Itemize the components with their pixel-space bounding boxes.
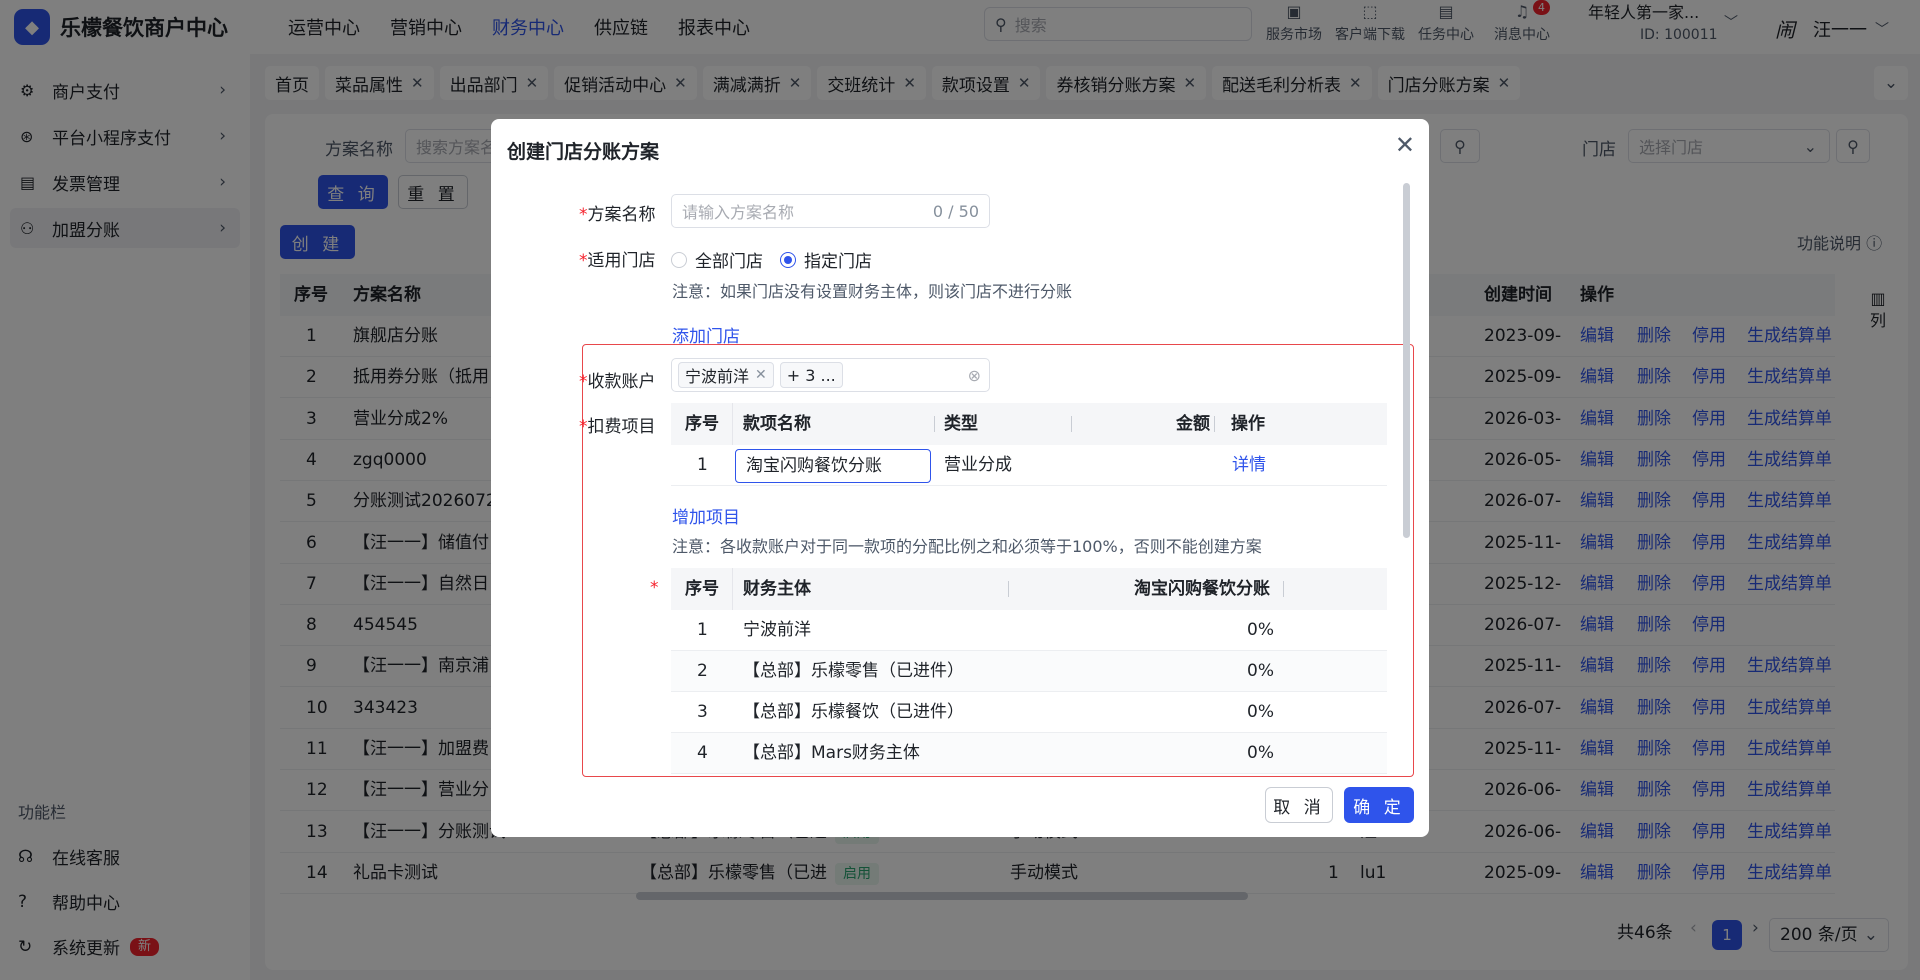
account-select[interactable]: 宁波前洋 ✕ + 3 ... ⊗ (671, 358, 990, 392)
label-text: 适用门店 (587, 251, 656, 271)
app-root: ◆ 乐檬餐饮商户中心 运营中心 营销中心 财务中心 供应链 报表中心 ⚲ 搜索 … (0, 0, 1920, 980)
fee-col-type: 类型 (944, 414, 978, 434)
required-mark: * (650, 578, 659, 598)
store-scope-label: *适用门店 (579, 246, 656, 271)
add-item-link[interactable]: 增加项目 (672, 503, 740, 528)
divider (934, 416, 935, 432)
account-label: *收款账户 (579, 367, 656, 392)
divider (732, 403, 733, 445)
fee-row-index: 1 (697, 455, 708, 475)
tag-label: 宁波前洋 (685, 367, 750, 386)
entity-row: 3 【总部】乐檬餐饮（已进件） 0% (671, 692, 1387, 733)
fee-col-ops: 操作 (1231, 414, 1265, 434)
fee-col-index: 序号 (685, 414, 719, 434)
radio-dot (780, 251, 796, 268)
fee-name-input[interactable]: 淘宝闪购餐饮分账 (735, 449, 931, 483)
label-text: 方案名称 (587, 205, 656, 225)
tag-label: + 3 ... (786, 365, 836, 385)
modal-title: 创建门店分账方案 (507, 141, 660, 163)
required-mark: * (579, 372, 588, 392)
fee-col-name: 款项名称 (743, 414, 811, 434)
entity-ratio: 0% (1247, 620, 1274, 640)
clear-icon[interactable]: ⊗ (968, 366, 981, 385)
entity-ratio: 0% (1247, 702, 1274, 722)
entity-row: 1 宁波前洋 0% (671, 610, 1387, 651)
entity-name: 【总部】乐檬餐饮（已进件） (743, 702, 964, 722)
plan-name-label: *方案名称 (579, 200, 656, 225)
entity-row: 2 【总部】乐檬零售（已进件） 0% (671, 651, 1387, 692)
char-counter: 0 / 50 (932, 201, 979, 221)
entity-table-header: 序号 财务主体 淘宝闪购餐饮分账 (671, 568, 1387, 610)
entity-name: 【总部】乐檬零售（已进件） (743, 661, 964, 681)
fee-items-label: *扣费项目 (579, 412, 656, 437)
entity-index: 2 (697, 661, 708, 681)
confirm-button[interactable]: 确 定 (1344, 787, 1414, 823)
input-placeholder: 请输入方案名称 (682, 203, 795, 222)
divider (1214, 416, 1215, 432)
entity-index: 1 (697, 620, 708, 640)
required-mark: * (579, 417, 588, 437)
entity-index: 3 (697, 702, 708, 722)
entity-col-ratio: 淘宝闪购餐饮分账 (1134, 579, 1270, 599)
radio-dot (671, 251, 687, 268)
entity-index: 4 (697, 743, 708, 763)
radio-label: 指定门店 (804, 252, 872, 272)
entity-ratio: 0% (1247, 743, 1274, 763)
radio-label: 全部门店 (695, 252, 763, 272)
entity-col-name: 财务主体 (743, 579, 811, 599)
fee-row-type: 营业分成 (944, 455, 1012, 475)
fee-row-detail-link[interactable]: 详情 (1232, 445, 1266, 486)
account-more-tag: + 3 ... (779, 362, 843, 388)
cancel-button[interactable]: 取 消 (1265, 787, 1333, 823)
divider (1071, 416, 1072, 432)
store-note: 注意：如果门店没有设置财务主体，则该门店不进行分账 (672, 282, 1073, 301)
label-text: 扣费项目 (587, 417, 656, 437)
entity-name: 宁波前洋 (743, 620, 811, 640)
ratio-note: 注意：各收款账户对于同一款项的分配比例之和必须等于100%，否则不能创建方案 (672, 537, 1262, 556)
divider (1008, 581, 1009, 597)
account-tag: 宁波前洋 ✕ (678, 362, 774, 388)
entity-name: 【总部】Mars财务主体 (743, 743, 920, 763)
label-text: 收款账户 (587, 372, 656, 392)
required-mark: * (579, 251, 588, 271)
close-icon[interactable]: ✕ (755, 367, 767, 383)
radio-all-stores[interactable]: 全部门店 (671, 247, 763, 272)
radio-specified-stores[interactable]: 指定门店 (780, 247, 872, 272)
required-mark: * (579, 205, 588, 225)
modal-vertical-scrollbar[interactable] (1403, 183, 1410, 538)
divider (732, 568, 733, 610)
entity-col-index: 序号 (685, 579, 719, 599)
fee-col-amount: 金额 (1176, 414, 1210, 434)
fee-table-header: 序号 款项名称 类型 金额 操作 (671, 403, 1387, 445)
entity-row: 4 【总部】Mars财务主体 0% (671, 733, 1387, 774)
divider (1283, 581, 1284, 597)
close-icon[interactable]: ✕ (1395, 133, 1415, 157)
plan-name-input[interactable]: 请输入方案名称 0 / 50 (671, 194, 990, 228)
entity-ratio: 0% (1247, 661, 1274, 681)
